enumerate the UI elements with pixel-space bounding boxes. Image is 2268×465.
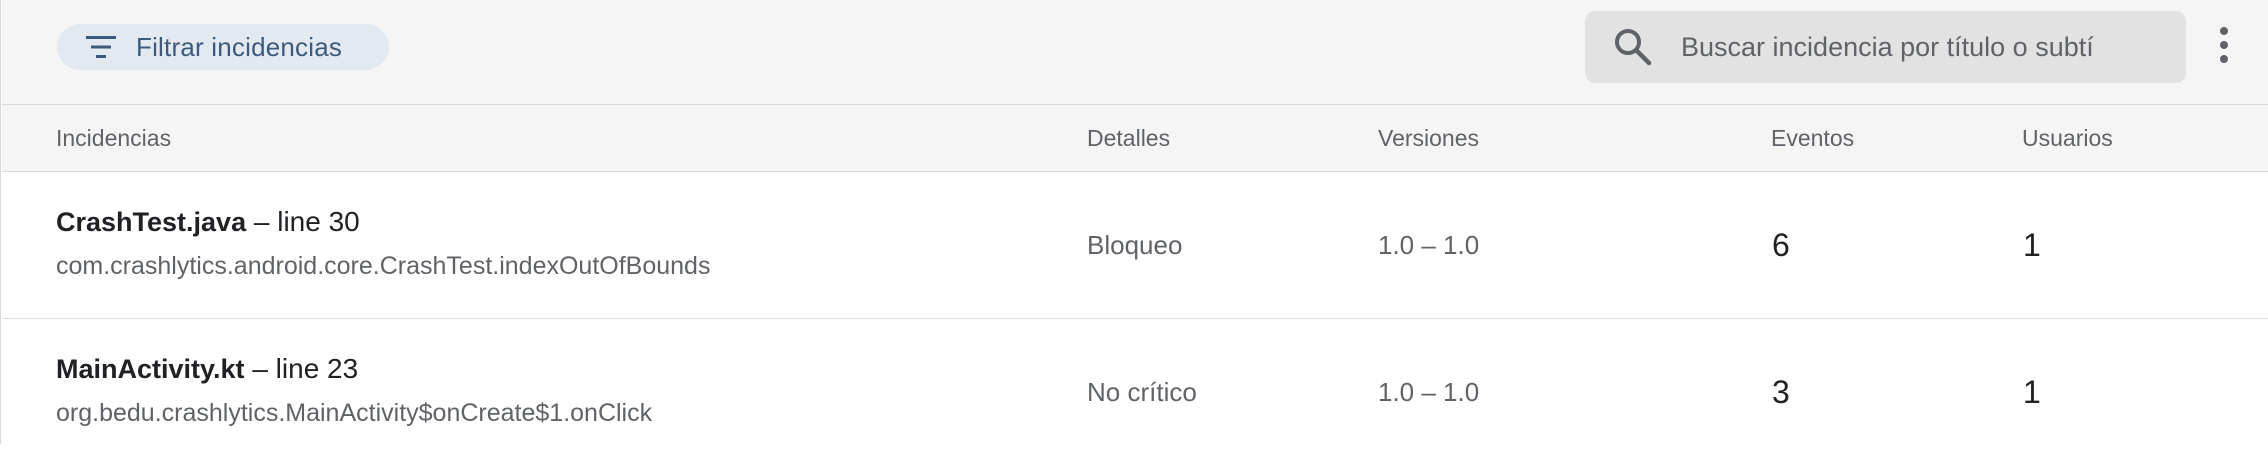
issue-users-count: 1 <box>2023 374 2041 410</box>
issue-line: – line 23 <box>252 353 359 384</box>
search-box <box>1585 11 2186 83</box>
table-header: Incidencias Detalles Versiones Eventos U… <box>2 105 2268 172</box>
table-row[interactable]: CrashTest.java – line 30 com.crashlytics… <box>2 172 2268 319</box>
filter-list-icon <box>84 30 118 64</box>
search-icon[interactable] <box>1611 25 1655 69</box>
issue-versions: 1.0 – 1.0 <box>1378 377 1480 407</box>
issue-subtitle: org.bedu.crashlytics.MainActivity$onCrea… <box>56 399 653 427</box>
toolbar: Filtrar incidencias <box>2 0 2268 105</box>
column-header-details[interactable]: Detalles <box>1087 105 1170 171</box>
column-header-versions[interactable]: Versiones <box>1378 105 1479 171</box>
table-row[interactable]: MainActivity.kt – line 23 org.bedu.crash… <box>2 319 2268 465</box>
issues-panel: Filtrar incidencias Incidencias <box>0 0 2268 465</box>
more-options-button[interactable] <box>2208 22 2240 72</box>
column-header-events[interactable]: Eventos <box>1771 105 1854 171</box>
more-vert-icon <box>2219 26 2229 69</box>
filter-issues-button[interactable]: Filtrar incidencias <box>57 24 389 70</box>
issue-file: MainActivity.kt <box>56 354 245 384</box>
issue-title: MainActivity.kt – line 23 <box>56 353 358 385</box>
issue-line: – line 30 <box>253 206 360 237</box>
issue-file: CrashTest.java <box>56 207 247 237</box>
issue-title: CrashTest.java – line 30 <box>56 206 360 238</box>
search-input[interactable] <box>1681 27 2121 67</box>
issue-details: Bloqueo <box>1087 230 1183 260</box>
issue-subtitle: com.crashlytics.android.core.CrashTest.i… <box>56 252 711 280</box>
issue-events-count: 3 <box>1772 374 1790 410</box>
issue-events-count: 6 <box>1772 227 1790 263</box>
issue-users-count: 1 <box>2023 227 2041 263</box>
column-header-issues[interactable]: Incidencias <box>56 105 171 171</box>
column-header-users[interactable]: Usuarios <box>2022 105 2113 171</box>
issue-versions: 1.0 – 1.0 <box>1378 230 1480 260</box>
issue-details: No crítico <box>1087 377 1197 407</box>
filter-issues-label: Filtrar incidencias <box>136 31 343 62</box>
